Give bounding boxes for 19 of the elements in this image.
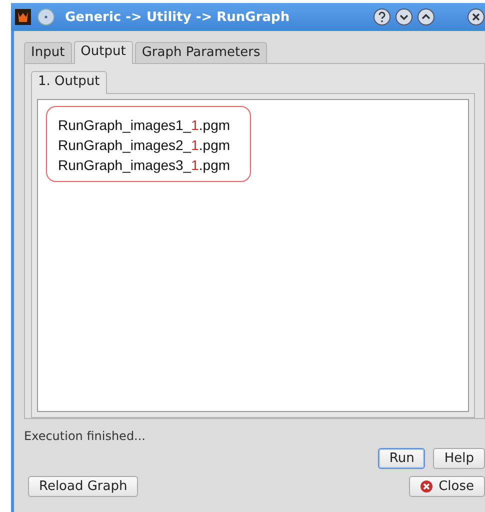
- tab[interactable]: Graph Parameters: [134, 42, 268, 63]
- button[interactable]: Help: [433, 448, 485, 469]
- status-text: Execution finished...: [24, 429, 146, 443]
- close-icon: [420, 480, 433, 493]
- maximize-icon[interactable]: [417, 8, 435, 26]
- close-button[interactable]: Close: [408, 476, 485, 497]
- tab[interactable]: 1. Output: [31, 71, 107, 94]
- button[interactable]: Reload Graph: [28, 476, 138, 497]
- minimize-icon[interactable]: [395, 8, 413, 26]
- window-title: Generic -> Utility -> RunGraph: [65, 10, 291, 24]
- file-name: RunGraph_images3_1.pgm: [58, 156, 230, 175]
- close-icon[interactable]: [467, 8, 485, 26]
- tab[interactable]: Input: [24, 42, 72, 63]
- file-name: RunGraph_images1_1.pgm: [58, 116, 230, 135]
- button[interactable]: Run: [378, 448, 426, 469]
- help-icon[interactable]: [373, 8, 391, 26]
- file-name: RunGraph_images2_1.pgm: [58, 136, 230, 155]
- app-icon: [15, 9, 31, 25]
- tab[interactable]: Output: [74, 41, 133, 64]
